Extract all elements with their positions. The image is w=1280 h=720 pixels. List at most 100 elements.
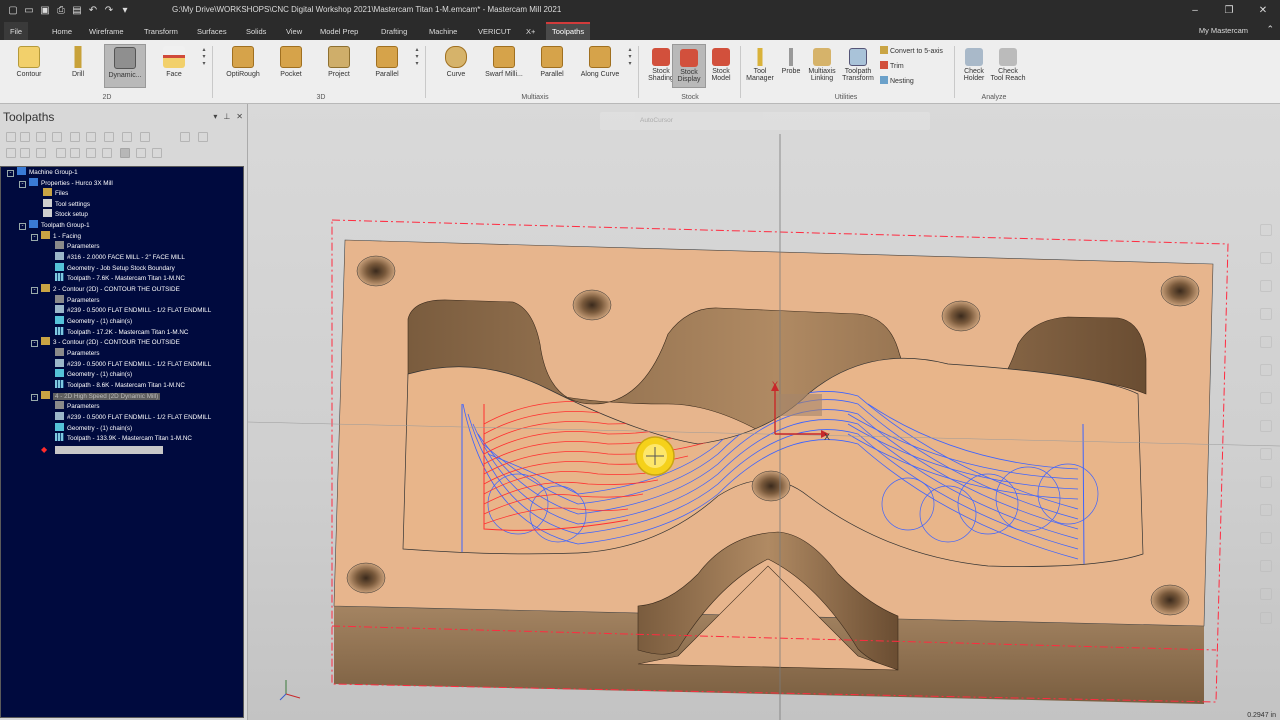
stock-display-button[interactable]: Stock Display <box>672 44 706 88</box>
tab-surfaces[interactable]: Surfaces <box>191 22 233 40</box>
move-down-icon[interactable] <box>56 148 66 158</box>
level-icon[interactable] <box>1260 532 1272 544</box>
tree-node-geometry[interactable]: Geometry - (1) chain(s) <box>55 316 132 327</box>
redo-icon[interactable]: ↷ <box>102 4 116 18</box>
dynamic-mill-button[interactable]: Dynamic... <box>104 44 146 88</box>
along-curve-button[interactable]: Along Curve <box>579 44 621 88</box>
nesting-button[interactable]: Nesting <box>880 76 914 85</box>
parallel-3d-button[interactable]: Parallel <box>366 44 408 88</box>
tree-node-toolpath[interactable]: Toolpath - 7.6K - Mastercam Titan 1-M.NC <box>55 273 185 284</box>
collapse-icon[interactable]: - <box>31 234 38 241</box>
print-icon[interactable]: ⎙ <box>54 4 68 18</box>
open-folder-icon[interactable]: ▭ <box>22 4 36 18</box>
tab-machine[interactable]: Machine <box>423 22 463 40</box>
tree-node-toolpath-group[interactable]: - Toolpath Group-1 <box>19 220 90 231</box>
pocket-button[interactable]: Pocket <box>270 44 312 88</box>
post-icon[interactable] <box>122 132 132 142</box>
insert-before-icon[interactable] <box>102 148 112 158</box>
tab-solids[interactable]: Solids <box>240 22 272 40</box>
tree-node-parameters[interactable]: Parameters <box>55 241 100 252</box>
zoom-in-icon[interactable] <box>1260 224 1272 236</box>
tree-node-toolpath[interactable]: Toolpath - 133.9K - Mastercam Titan 1-M.… <box>55 433 192 444</box>
parallel-multiaxis-button[interactable]: Parallel <box>531 44 573 88</box>
analyze-icon[interactable] <box>1260 560 1272 572</box>
tree-node-op-3[interactable]: - 3 - Contour (2D) - CONTOUR THE OUTSIDE <box>31 337 180 348</box>
face-button[interactable]: Face <box>153 44 195 88</box>
tab-x-plus[interactable]: X+ <box>520 22 541 40</box>
collapse-icon[interactable]: - <box>31 287 38 294</box>
single-toolpath-icon[interactable] <box>136 148 146 158</box>
tab-toolpaths[interactable]: Toolpaths <box>546 22 591 40</box>
customize-qat-icon[interactable]: ▾ <box>118 4 132 18</box>
tree-node-stock-setup[interactable]: Stock setup <box>43 209 88 220</box>
tab-home[interactable]: Home <box>46 22 78 40</box>
contour-button[interactable]: Contour <box>8 44 50 88</box>
close-button[interactable]: ✕ <box>1246 0 1280 22</box>
gallery-3d-expand[interactable]: ▴ ▾ ▾ <box>413 46 421 86</box>
tree-node-tool[interactable]: #239 - 0.5000 FLAT ENDMILL - 1/2 FLAT EN… <box>55 412 211 423</box>
zoom-out-icon[interactable] <box>1260 252 1272 264</box>
insert-after-icon[interactable] <box>86 148 96 158</box>
tree-node-parameters[interactable]: Parameters <box>55 348 100 359</box>
pin-icon[interactable]: ⊥ <box>223 112 230 121</box>
collapse-icon[interactable]: - <box>7 170 14 177</box>
project-button[interactable]: Project <box>318 44 360 88</box>
tree-node-machine-group[interactable]: - Machine Group-1 <box>7 167 78 178</box>
tree-node-parameters[interactable]: Parameters <box>55 401 100 412</box>
right-view-icon[interactable] <box>1260 448 1272 460</box>
lock-icon[interactable] <box>6 148 16 158</box>
iso-view-icon[interactable] <box>1260 392 1272 404</box>
high-feed-icon[interactable] <box>140 132 150 142</box>
move-up-icon[interactable] <box>70 148 80 158</box>
convert-to-5-axis-button[interactable]: Convert to 5-axis <box>880 46 943 55</box>
undo-icon[interactable]: ↶ <box>86 4 100 18</box>
collapse-icon[interactable]: - <box>31 340 38 347</box>
fit-view-icon[interactable] <box>1260 280 1272 292</box>
trim-button[interactable]: Trim <box>880 61 904 70</box>
insert-arrow[interactable]: ◆ <box>41 444 47 455</box>
my-mastercam-link[interactable]: My Mastercam <box>1199 26 1248 35</box>
simulate-icon[interactable] <box>104 132 114 142</box>
multiaxis-linking-button[interactable]: Multiaxis Linking <box>803 44 841 88</box>
collapse-icon[interactable]: - <box>19 181 26 188</box>
tree-node-op-2[interactable]: - 2 - Contour (2D) - CONTOUR THE OUTSIDE <box>31 284 180 295</box>
check-tool-reach-button[interactable]: Check Tool Reach <box>986 44 1030 88</box>
wireframe-icon[interactable] <box>1260 504 1272 516</box>
curve-button[interactable]: Curve <box>435 44 477 88</box>
tab-wireframe[interactable]: Wireframe <box>83 22 130 40</box>
help-icon[interactable] <box>198 132 208 142</box>
select-dirty-icon[interactable] <box>20 132 30 142</box>
new-file-icon[interactable]: ▢ <box>6 4 20 18</box>
print-preview-icon[interactable]: ▤ <box>70 4 84 18</box>
shaded-icon[interactable] <box>1260 476 1272 488</box>
gallery-2d-expand[interactable]: ▴ ▾ ▾ <box>200 46 208 86</box>
select-all-icon[interactable] <box>6 132 16 142</box>
tree-node-toolpath[interactable]: Toolpath - 8.6K - Mastercam Titan 1-M.NC <box>55 380 185 391</box>
maximize-button[interactable]: ❐ <box>1212 0 1246 22</box>
tab-model-prep[interactable]: Model Prep <box>314 22 364 40</box>
rotate-icon[interactable] <box>1260 336 1272 348</box>
verify-icon[interactable] <box>86 132 96 142</box>
tab-vericut[interactable]: VERICUT <box>472 22 517 40</box>
toggle-post-icon[interactable] <box>36 148 46 158</box>
panel-menu-icon[interactable]: ▾ <box>213 112 217 121</box>
collapse-icon[interactable]: - <box>19 223 26 230</box>
top-view-icon[interactable] <box>1260 364 1272 376</box>
collapse-ribbon-icon[interactable]: ⌃ <box>1266 24 1274 35</box>
clear-colors-icon[interactable] <box>1260 588 1272 600</box>
tab-drafting[interactable]: Drafting <box>375 22 413 40</box>
stock-model-button[interactable]: Stock Model <box>702 44 740 88</box>
save-icon[interactable]: ▣ <box>38 4 52 18</box>
drill-button[interactable]: Drill <box>57 44 99 88</box>
regenerate-icon[interactable] <box>36 132 46 142</box>
tab-file[interactable]: File <box>4 22 29 40</box>
graphics-viewport[interactable]: AutoCursor Y X 0.2947 in <box>248 104 1280 720</box>
tree-node-geometry[interactable]: Geometry - (1) chain(s) <box>55 369 132 380</box>
backplot-icon[interactable] <box>70 132 80 142</box>
gallery-multiaxis-expand[interactable]: ▴ ▾ ▾ <box>626 46 634 86</box>
pan-icon[interactable] <box>1260 308 1272 320</box>
front-view-icon[interactable] <box>1260 420 1272 432</box>
delete-icon[interactable] <box>180 132 190 142</box>
tree-node-tool[interactable]: #316 - 2.0000 FACE MILL - 2" FACE MILL <box>55 252 185 263</box>
screen-icon[interactable] <box>1260 612 1272 624</box>
